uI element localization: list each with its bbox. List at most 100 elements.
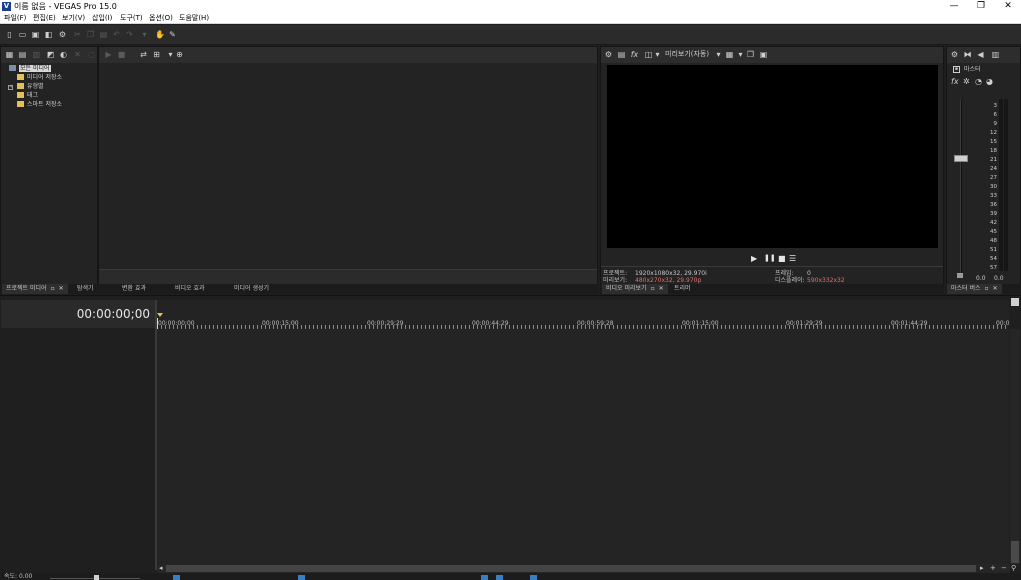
tree-item-smart-bins[interactable]: 스마트 저장소 bbox=[17, 100, 62, 109]
loop-icon[interactable] bbox=[298, 575, 305, 580]
channels-icon[interactable]: ▥ bbox=[991, 50, 1000, 59]
pause-button[interactable]: ❚❚ bbox=[764, 254, 776, 263]
lock-icon[interactable] bbox=[957, 273, 963, 278]
auto-preview-icon[interactable]: ⇄ bbox=[139, 50, 148, 59]
edit-tool-icon[interactable]: ✎ bbox=[168, 30, 177, 39]
fx-button[interactable]: fx bbox=[630, 50, 639, 59]
tab-video-preview[interactable]: 비디오 미리보기 ▫ ✕ bbox=[602, 284, 668, 294]
master-fader-track[interactable] bbox=[960, 99, 962, 274]
automation-icon[interactable]: ◔ bbox=[975, 77, 982, 86]
views-icon[interactable]: ⊞ bbox=[152, 50, 161, 59]
get-media-icon[interactable]: ◐ bbox=[59, 50, 68, 59]
tree-item-by-type[interactable]: 유형별 bbox=[17, 82, 44, 91]
play-from-start-icon[interactable] bbox=[481, 575, 488, 580]
cut-icon[interactable]: ✂ bbox=[73, 30, 82, 39]
chevron-down-icon[interactable]: ▾ bbox=[166, 50, 175, 59]
cursor-marker-icon[interactable] bbox=[157, 313, 163, 317]
menu-help[interactable]: 도움말(H) bbox=[179, 13, 209, 24]
stop-icon[interactable]: ■ bbox=[117, 50, 126, 59]
stop-icon[interactable] bbox=[530, 575, 537, 580]
tab-transitions[interactable]: 변환 효과 bbox=[122, 284, 146, 294]
save-snapshot-icon[interactable]: ▣ bbox=[759, 50, 768, 59]
tree-item-all-media[interactable]: 모든 미디어 bbox=[9, 64, 51, 73]
tree-item-tags[interactable]: 태그 bbox=[17, 91, 38, 100]
plugin-chain-icon[interactable]: ✲ bbox=[963, 77, 970, 86]
master-fx-button[interactable]: fx bbox=[951, 77, 959, 86]
tab-master-bus[interactable]: 마스터 버스 ▫ ✕ bbox=[947, 284, 1002, 294]
master-fader-handle[interactable] bbox=[954, 155, 968, 162]
speaker-icon[interactable]: ◀ bbox=[976, 50, 985, 59]
copy-icon[interactable]: ❐ bbox=[86, 30, 95, 39]
track-area[interactable] bbox=[157, 329, 1009, 564]
marker-icon[interactable] bbox=[1011, 298, 1019, 306]
float-icon[interactable]: ▫ bbox=[985, 284, 989, 294]
channel-config-icon[interactable]: ◕ bbox=[986, 77, 993, 86]
chevron-down-icon[interactable]: ▾ bbox=[653, 50, 662, 59]
play-icon[interactable]: ▶ bbox=[104, 50, 113, 59]
tab-explorer[interactable]: 탐색기 bbox=[77, 284, 94, 294]
master-toggle-icon[interactable]: ▪ bbox=[953, 66, 960, 73]
close-button[interactable]: ✕ bbox=[995, 0, 1021, 13]
menu-insert[interactable]: 삽입(I) bbox=[92, 13, 112, 24]
render-icon[interactable]: ◧ bbox=[44, 30, 53, 39]
record-icon[interactable] bbox=[173, 575, 180, 580]
paste-icon[interactable]: ▤ bbox=[99, 30, 108, 39]
chevron-down-icon[interactable]: ▾ bbox=[140, 30, 149, 39]
menu-file[interactable]: 파일(F) bbox=[4, 13, 26, 24]
float-icon[interactable]: ▫ bbox=[51, 284, 55, 294]
properties-icon[interactable]: ◌ bbox=[87, 50, 96, 59]
zoom-in-icon[interactable]: + bbox=[990, 564, 996, 573]
overlays-icon[interactable]: ▦ bbox=[725, 50, 734, 59]
hand-tool-icon[interactable]: ✋ bbox=[155, 30, 165, 39]
menu-options[interactable]: 옵션(O) bbox=[149, 13, 173, 24]
undo-icon[interactable]: ↶ bbox=[112, 30, 121, 39]
play-icon[interactable] bbox=[496, 575, 503, 580]
redo-icon[interactable]: ↷ bbox=[125, 30, 134, 39]
close-icon[interactable]: ✕ bbox=[659, 284, 664, 294]
chevron-down-icon[interactable]: ▾ bbox=[736, 50, 745, 59]
vertical-scrollbar-thumb[interactable] bbox=[1011, 541, 1019, 563]
scroll-left-icon[interactable]: ◂ bbox=[159, 564, 163, 573]
horizontal-scrollbar-thumb[interactable] bbox=[166, 565, 976, 572]
new-file-icon[interactable]: ▯ bbox=[5, 30, 14, 39]
gear-icon[interactable]: ⚙ bbox=[604, 50, 613, 59]
close-icon[interactable]: ✕ bbox=[993, 284, 998, 294]
mixer-icon[interactable]: ⧓ bbox=[963, 50, 972, 59]
float-icon[interactable]: ▫ bbox=[651, 284, 655, 294]
scroll-right-icon[interactable]: ▸ bbox=[980, 564, 984, 573]
menu-edit[interactable]: 편집(E) bbox=[33, 13, 56, 24]
menu-view[interactable]: 보기(V) bbox=[62, 13, 85, 24]
rate-slider-handle[interactable] bbox=[94, 575, 99, 580]
import-icon[interactable]: ▤ bbox=[18, 50, 27, 59]
timecode-display[interactable]: 00:00:00;00 bbox=[77, 307, 150, 321]
remove-icon[interactable]: ▥ bbox=[32, 50, 41, 59]
gear-icon[interactable]: ⚙ bbox=[950, 50, 959, 59]
play-button[interactable]: ▶ bbox=[751, 254, 757, 263]
split-screen-icon[interactable]: ◫ bbox=[644, 50, 653, 59]
save-icon[interactable]: ▣ bbox=[31, 30, 40, 39]
preview-menu-button[interactable]: ☰ bbox=[789, 254, 796, 263]
preview-quality-select[interactable]: 미리보기(자동) bbox=[665, 50, 709, 59]
close-icon[interactable]: ✕ bbox=[59, 284, 64, 294]
gear-icon[interactable]: ⚙ bbox=[58, 30, 67, 39]
stop-button[interactable]: ■ bbox=[778, 254, 786, 263]
tab-video-fx[interactable]: 비디오 효과 bbox=[175, 284, 205, 294]
minimize-button[interactable]: — bbox=[941, 0, 967, 13]
menu-tools[interactable]: 도구(T) bbox=[120, 13, 143, 24]
open-folder-icon[interactable]: ▭ bbox=[18, 30, 27, 39]
zoom-icon[interactable]: ⊕ bbox=[175, 50, 184, 59]
tree-item-media-bins[interactable]: 미디어 저장소 bbox=[17, 73, 62, 82]
vertical-scrollbar[interactable] bbox=[1010, 329, 1020, 564]
restore-button[interactable]: ❐ bbox=[968, 0, 994, 13]
capture-icon[interactable]: ◩ bbox=[46, 50, 55, 59]
view-grid-icon[interactable]: ▦ bbox=[5, 50, 14, 59]
tab-media-generators[interactable]: 미디어 생성기 bbox=[234, 284, 269, 294]
expand-toggle[interactable]: + bbox=[8, 85, 13, 90]
copy-snapshot-icon[interactable]: ❐ bbox=[746, 50, 755, 59]
zoom-out-icon[interactable]: − bbox=[1001, 564, 1007, 573]
external-monitor-icon[interactable]: ▤ bbox=[617, 50, 626, 59]
delete-icon[interactable]: ✕ bbox=[73, 50, 82, 59]
tab-trimmer[interactable]: 트리머 bbox=[674, 284, 691, 294]
zoom-tool-icon[interactable]: ⚲ bbox=[1011, 564, 1016, 573]
tab-project-media[interactable]: 프로젝트 미디어 ▫ ✕ bbox=[2, 284, 68, 294]
